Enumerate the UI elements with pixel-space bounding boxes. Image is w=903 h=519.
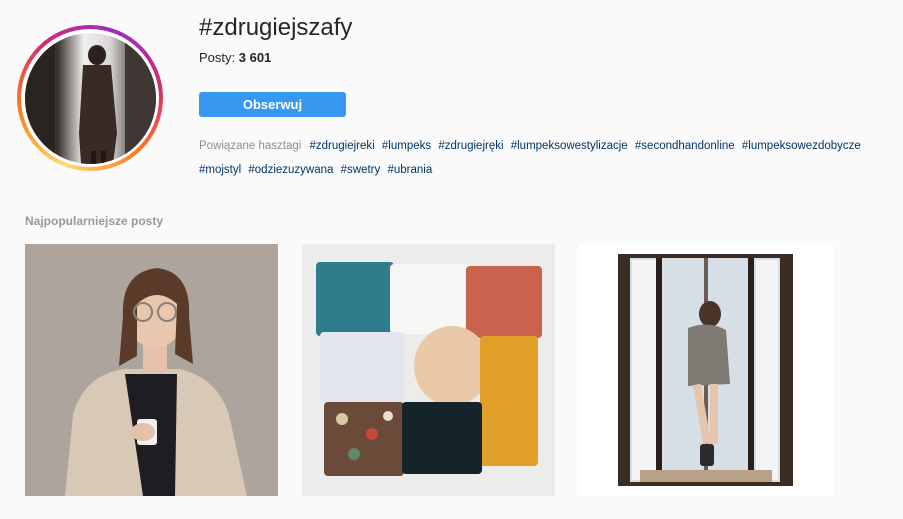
top-post[interactable] [580, 244, 833, 496]
hashtag-title: #zdrugiejszafy [199, 14, 353, 41]
related-hashtag-link[interactable]: #odziezuzywana [248, 164, 333, 176]
related-hashtag-link[interactable]: #swetry [341, 164, 381, 176]
related-hashtags-label: Powiązane hasztagi [199, 140, 302, 152]
avatar-border [21, 29, 159, 167]
post-image [580, 244, 833, 496]
related-hashtag-link[interactable]: #lumpeksowezdobycze [742, 140, 861, 152]
post-image [25, 244, 278, 496]
follow-button[interactable]: Obserwuj [199, 92, 346, 117]
related-hashtag-link[interactable]: #mojstyl [199, 164, 241, 176]
avatar-photo [24, 32, 156, 164]
related-hashtag-link[interactable]: #lumpeksowestylizacje [511, 140, 628, 152]
top-post[interactable] [302, 244, 555, 496]
posts-count: Posty: 3 601 [199, 50, 271, 65]
related-hashtag-link[interactable]: #lumpeks [382, 140, 431, 152]
top-post[interactable] [25, 244, 278, 496]
related-hashtag-link[interactable]: #zdrugiejręki [438, 140, 503, 152]
posts-label: Posty: [199, 50, 236, 65]
related-hashtag-link[interactable]: #ubrania [387, 164, 432, 176]
posts-count-value: 3 601 [238, 50, 272, 65]
related-hashtags: Powiązane hasztagi #zdrugiejreki #lumpek… [199, 134, 899, 182]
related-hashtag-link[interactable]: #secondhandonline [635, 140, 735, 152]
hashtag-avatar [17, 25, 163, 171]
top-posts-heading: Najpopularniejsze posty [25, 214, 164, 228]
related-hashtag-link[interactable]: #zdrugiejreki [310, 140, 375, 152]
post-image [302, 244, 555, 496]
avatar-figure-image [24, 32, 156, 164]
